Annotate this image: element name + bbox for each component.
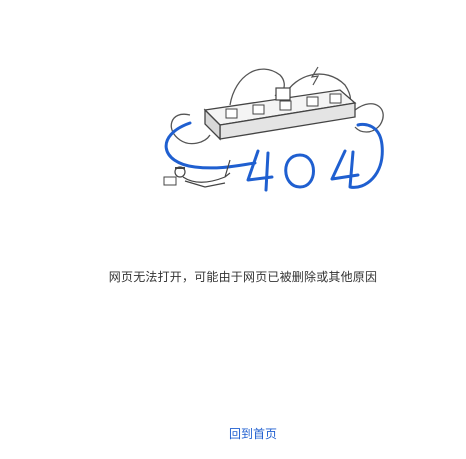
error-404-illustration bbox=[163, 66, 384, 192]
person-with-laptop bbox=[163, 159, 231, 188]
blue-cable-404 bbox=[164, 121, 384, 192]
spark-icon bbox=[310, 66, 320, 86]
back-to-home-link[interactable]: 回到首页 bbox=[0, 425, 466, 442]
error-message: 网页无法打开，可能由于网页已被删除或其他原因 bbox=[108, 270, 378, 284]
cable-right bbox=[354, 103, 384, 133]
power-strip bbox=[203, 87, 357, 141]
